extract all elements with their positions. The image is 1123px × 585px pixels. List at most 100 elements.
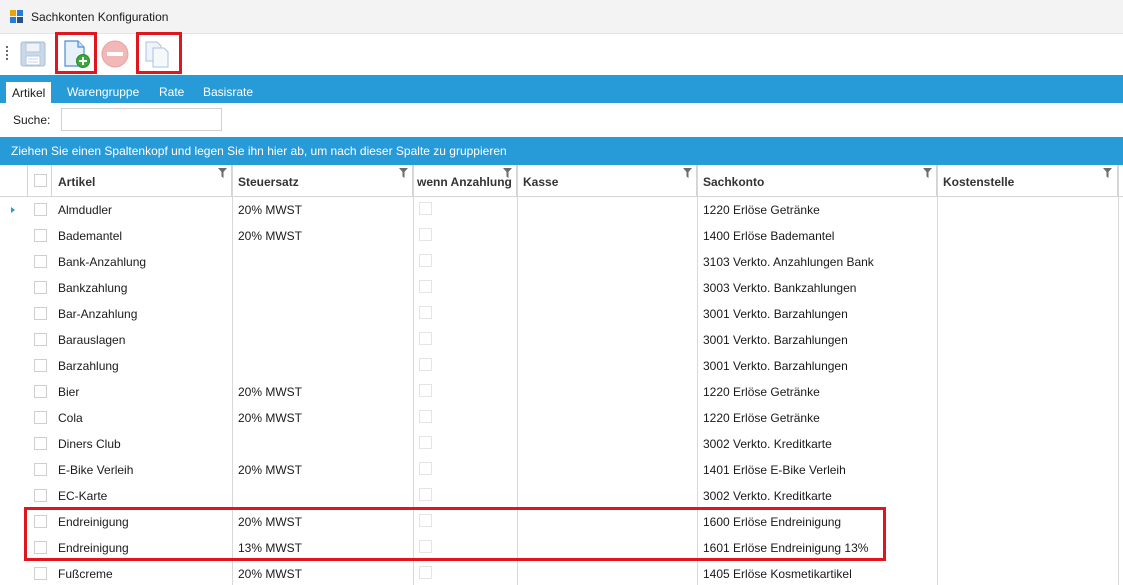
row-select-checkbox[interactable]	[34, 463, 47, 476]
anzahlung-checkbox[interactable]	[419, 410, 432, 423]
grid-header: Artikel Steuersatz wenn Anzahlung Kasse …	[0, 165, 1123, 197]
cell-sachkonto[interactable]: 1400 Erlöse Bademantel	[703, 223, 834, 249]
header-sachkonto-label: Sachkonto	[703, 175, 765, 189]
cell-sachkonto[interactable]: 3001 Verkto. Barzahlungen	[703, 301, 848, 327]
cell-steuersatz[interactable]: 20% MWST	[238, 379, 302, 405]
cell-artikel[interactable]: E-Bike Verleih	[58, 457, 133, 483]
anzahlung-checkbox[interactable]	[419, 332, 432, 345]
table-row[interactable]: Diners Club 3002 Verkto. Kreditkarte	[0, 431, 1123, 457]
cell-artikel[interactable]: Bar-Anzahlung	[58, 301, 137, 327]
anzahlung-checkbox[interactable]	[419, 202, 432, 215]
cell-artikel[interactable]: Barauslagen	[58, 327, 125, 353]
table-row[interactable]: Barzahlung 3001 Verkto. Barzahlungen	[0, 353, 1123, 379]
cell-sachkonto[interactable]: 1401 Erlöse E-Bike Verleih	[703, 457, 846, 483]
cell-sachkonto[interactable]: 3003 Verkto. Bankzahlungen	[703, 275, 856, 301]
cell-artikel[interactable]: Diners Club	[58, 431, 121, 457]
select-all-checkbox[interactable]	[34, 174, 47, 187]
row-select-checkbox[interactable]	[34, 255, 47, 268]
cell-sachkonto[interactable]: 3001 Verkto. Barzahlungen	[703, 353, 848, 379]
header-anzahlung[interactable]: wenn Anzahlung	[413, 165, 517, 197]
anzahlung-checkbox[interactable]	[419, 462, 432, 475]
cell-artikel[interactable]: Bank-Anzahlung	[58, 249, 146, 275]
row-select-checkbox[interactable]	[34, 489, 47, 502]
cell-sachkonto[interactable]: 3103 Verkto. Anzahlungen Bank	[703, 249, 874, 275]
cell-artikel[interactable]: Fußcreme	[58, 561, 113, 585]
filter-sachkonto-icon[interactable]	[923, 168, 932, 178]
tab-bar: Artikel Warengruppe Rate Basisrate	[0, 75, 1123, 106]
cell-steuersatz[interactable]: 20% MWST	[238, 223, 302, 249]
header-artikel[interactable]: Artikel	[52, 165, 232, 197]
anzahlung-checkbox[interactable]	[419, 384, 432, 397]
anzahlung-checkbox[interactable]	[419, 228, 432, 241]
save-icon	[20, 41, 46, 67]
row-select-checkbox[interactable]	[34, 229, 47, 242]
cell-sachkonto[interactable]: 3001 Verkto. Barzahlungen	[703, 327, 848, 353]
row-select-checkbox[interactable]	[34, 567, 47, 580]
cell-artikel[interactable]: Bier	[58, 379, 79, 405]
cell-steuersatz[interactable]: 20% MWST	[238, 405, 302, 431]
anzahlung-checkbox[interactable]	[419, 566, 432, 579]
cell-sachkonto[interactable]: 1405 Erlöse Kosmetikartikel	[703, 561, 852, 585]
anzahlung-checkbox[interactable]	[419, 436, 432, 449]
cell-steuersatz[interactable]: 20% MWST	[238, 197, 302, 223]
row-select-checkbox[interactable]	[34, 437, 47, 450]
filter-anzahlung-icon[interactable]	[503, 168, 512, 178]
anzahlung-checkbox[interactable]	[419, 254, 432, 267]
header-steuersatz-label: Steuersatz	[238, 175, 299, 189]
filter-kasse-icon[interactable]	[683, 168, 692, 178]
row-select-checkbox[interactable]	[34, 281, 47, 294]
cell-steuersatz[interactable]: 20% MWST	[238, 561, 302, 585]
anzahlung-checkbox[interactable]	[419, 358, 432, 371]
row-select-checkbox[interactable]	[34, 385, 47, 398]
table-row[interactable]: Bier 20% MWST 1220 Erlöse Getränke	[0, 379, 1123, 405]
cell-sachkonto[interactable]: 3002 Verkto. Kreditkarte	[703, 483, 832, 509]
cell-sachkonto[interactable]: 1220 Erlöse Getränke	[703, 379, 820, 405]
filter-steuersatz-icon[interactable]	[399, 168, 408, 178]
anzahlung-checkbox[interactable]	[419, 488, 432, 501]
anzahlung-checkbox[interactable]	[419, 306, 432, 319]
filter-kostenstelle-icon[interactable]	[1103, 168, 1112, 178]
header-kostenstelle[interactable]: Kostenstelle	[937, 165, 1118, 197]
table-row[interactable]: Bankzahlung 3003 Verkto. Bankzahlungen	[0, 275, 1123, 301]
toolbar-grip[interactable]	[6, 46, 9, 64]
table-row[interactable]: Almdudler 20% MWST 1220 Erlöse Getränke	[0, 197, 1123, 223]
cell-sachkonto[interactable]: 1220 Erlöse Getränke	[703, 197, 820, 223]
cell-artikel[interactable]: Barzahlung	[58, 353, 119, 379]
cell-artikel[interactable]: Bademantel	[58, 223, 122, 249]
table-row[interactable]: Bank-Anzahlung 3103 Verkto. Anzahlungen B…	[0, 249, 1123, 275]
table-row[interactable]: E-Bike Verleih 20% MWST 1401 Erlöse E-Bike…	[0, 457, 1123, 483]
save-button[interactable]	[17, 38, 49, 70]
window-title: Sachkonten Konfiguration	[31, 10, 169, 24]
row-select-checkbox[interactable]	[34, 411, 47, 424]
current-row-indicator-icon	[11, 207, 15, 213]
header-kostenstelle-label: Kostenstelle	[943, 175, 1015, 189]
cell-steuersatz[interactable]: 20% MWST	[238, 457, 302, 483]
cell-artikel[interactable]: Bankzahlung	[58, 275, 127, 301]
header-steuersatz[interactable]: Steuersatz	[232, 165, 413, 197]
group-panel[interactable]: Ziehen Sie einen Spaltenkopf und legen S…	[0, 137, 1123, 165]
header-sachkonto[interactable]: Sachkonto	[697, 165, 937, 197]
anzahlung-checkbox[interactable]	[419, 280, 432, 293]
row-select-checkbox[interactable]	[34, 307, 47, 320]
delete-button[interactable]	[99, 38, 131, 70]
row-select-checkbox[interactable]	[34, 359, 47, 372]
header-artikel-label: Artikel	[58, 175, 96, 189]
search-input[interactable]	[61, 108, 222, 131]
filter-artikel-icon[interactable]	[218, 168, 227, 178]
table-row[interactable]: Fußcreme 20% MWST 1405 Erlöse Kosmetikarti…	[0, 561, 1123, 585]
row-select-checkbox[interactable]	[34, 203, 47, 216]
cell-sachkonto[interactable]: 3002 Verkto. Kreditkarte	[703, 431, 832, 457]
table-row[interactable]: EC-Karte 3002 Verkto. Kreditkarte	[0, 483, 1123, 509]
cell-artikel[interactable]: Almdudler	[58, 197, 112, 223]
table-row[interactable]: Bar-Anzahlung 3001 Verkto. Barzahlungen	[0, 301, 1123, 327]
table-row[interactable]: Cola 20% MWST 1220 Erlöse Getränke	[0, 405, 1123, 431]
cell-sachkonto[interactable]: 1220 Erlöse Getränke	[703, 405, 820, 431]
header-indicator-cell	[0, 165, 28, 197]
search-label: Suche:	[13, 113, 51, 127]
header-kasse[interactable]: Kasse	[517, 165, 697, 197]
row-select-checkbox[interactable]	[34, 333, 47, 346]
table-row[interactable]: Bademantel 20% MWST 1400 Erlöse Bademantel	[0, 223, 1123, 249]
cell-artikel[interactable]: Cola	[58, 405, 83, 431]
cell-artikel[interactable]: EC-Karte	[58, 483, 107, 509]
table-row[interactable]: Barauslagen 3001 Verkto. Barzahlungen	[0, 327, 1123, 353]
